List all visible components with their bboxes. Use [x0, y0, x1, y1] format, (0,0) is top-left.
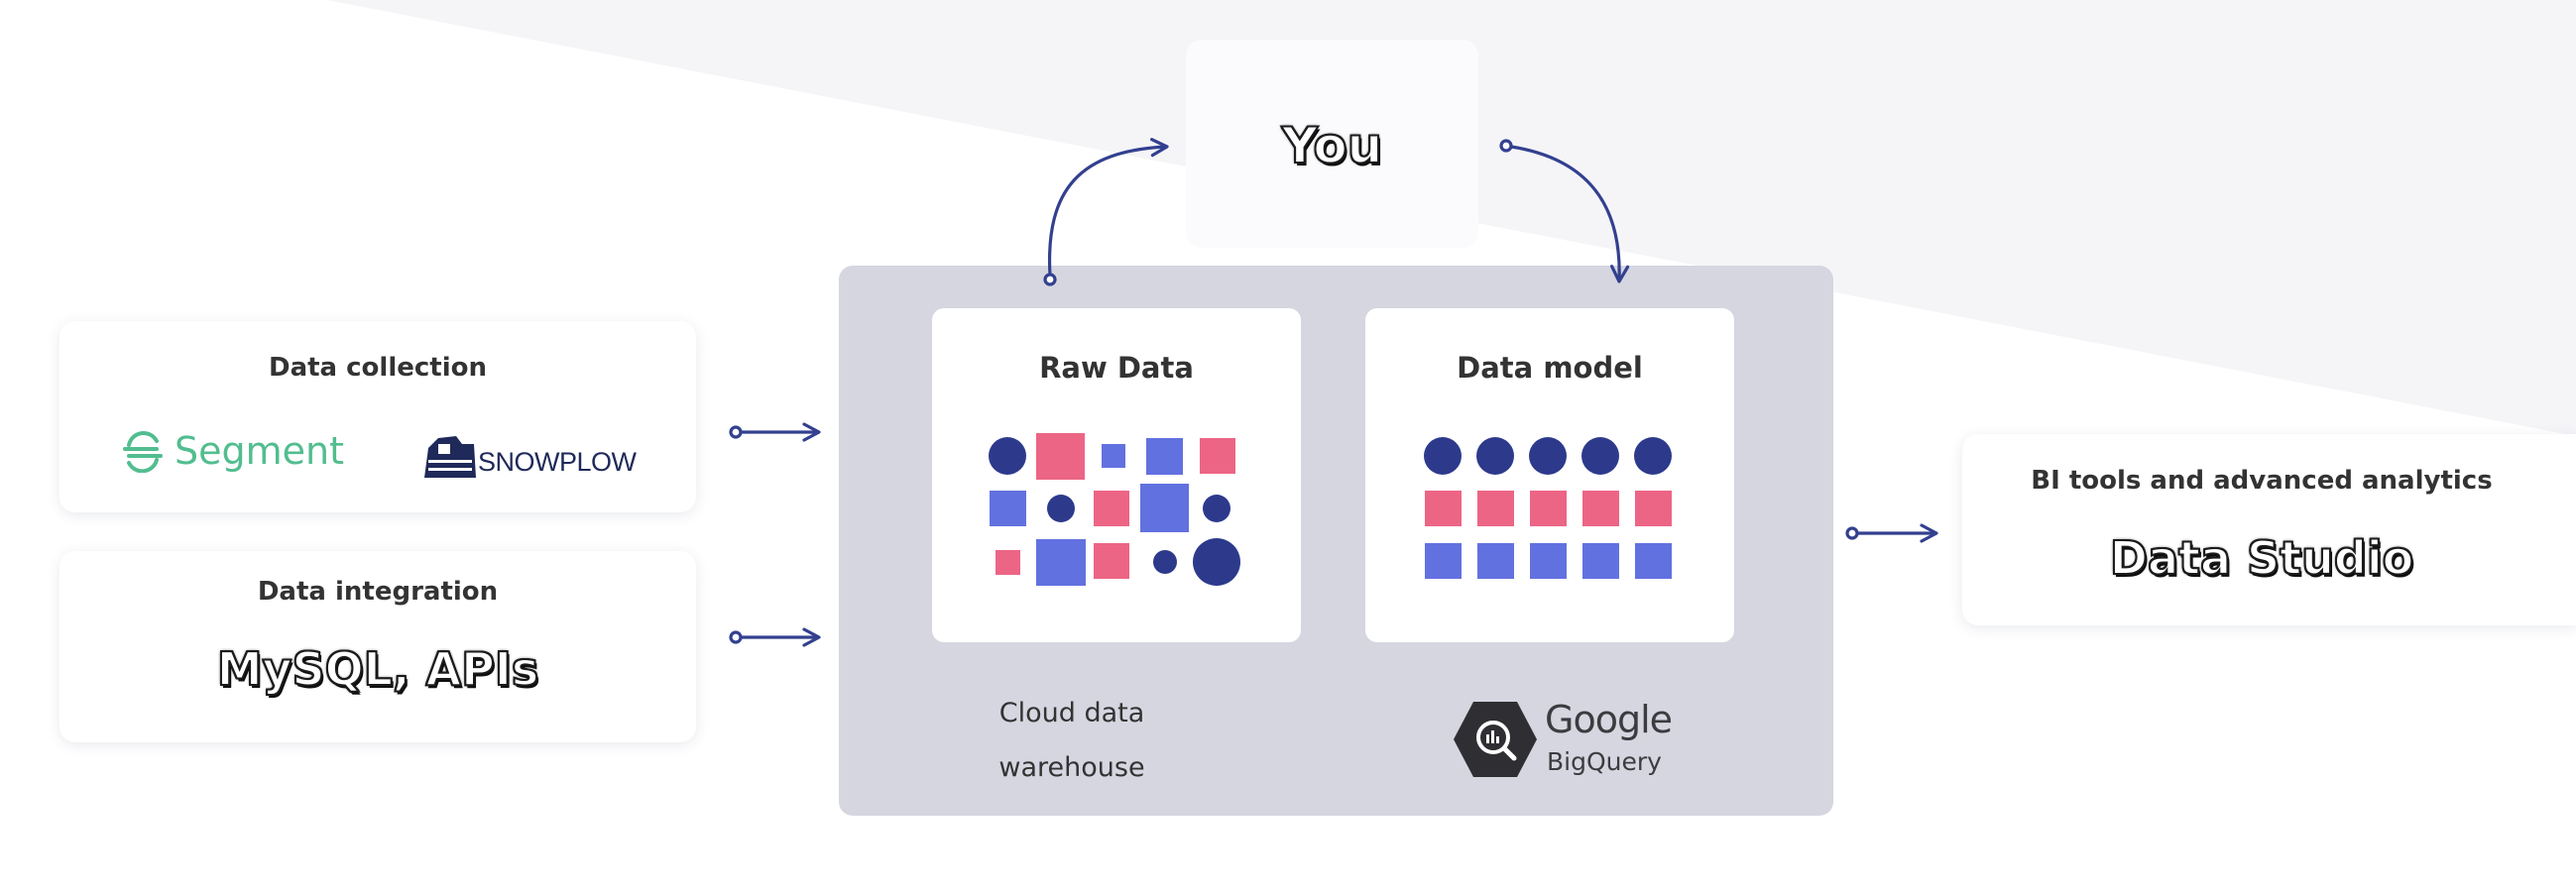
raw-shape — [1047, 495, 1075, 522]
raw-shape — [1200, 438, 1235, 474]
data-model-shapes — [1424, 437, 1672, 579]
raw-shape — [990, 491, 1026, 526]
model-shape — [1530, 491, 1567, 526]
model-shape — [1424, 437, 1462, 475]
model-shape — [1582, 491, 1619, 526]
raw-shape — [989, 437, 1026, 475]
raw-shape — [1036, 433, 1085, 480]
model-shape — [1477, 491, 1514, 526]
model-shape — [1581, 437, 1619, 475]
raw-shape — [1102, 444, 1125, 468]
raw-shape — [995, 550, 1020, 575]
raw-data-shapes — [989, 433, 1240, 586]
model-shape — [1425, 543, 1462, 579]
model-shape — [1476, 437, 1514, 475]
model-shape — [1634, 437, 1672, 475]
model-shape — [1529, 437, 1567, 475]
model-shape — [1530, 543, 1567, 579]
raw-shape — [1193, 538, 1240, 586]
raw-shape — [1036, 539, 1086, 586]
raw-shape — [1203, 495, 1230, 522]
model-shape — [1425, 491, 1462, 526]
raw-shape — [1094, 543, 1129, 579]
model-shape — [1635, 491, 1672, 526]
model-shape — [1477, 543, 1514, 579]
raw-shape — [1094, 491, 1129, 526]
raw-shape — [1146, 438, 1183, 475]
raw-shape — [1140, 484, 1189, 532]
raw-shape — [1153, 550, 1177, 574]
data-shapes — [989, 433, 1672, 586]
model-shape — [1635, 543, 1672, 579]
model-shape — [1582, 543, 1619, 579]
